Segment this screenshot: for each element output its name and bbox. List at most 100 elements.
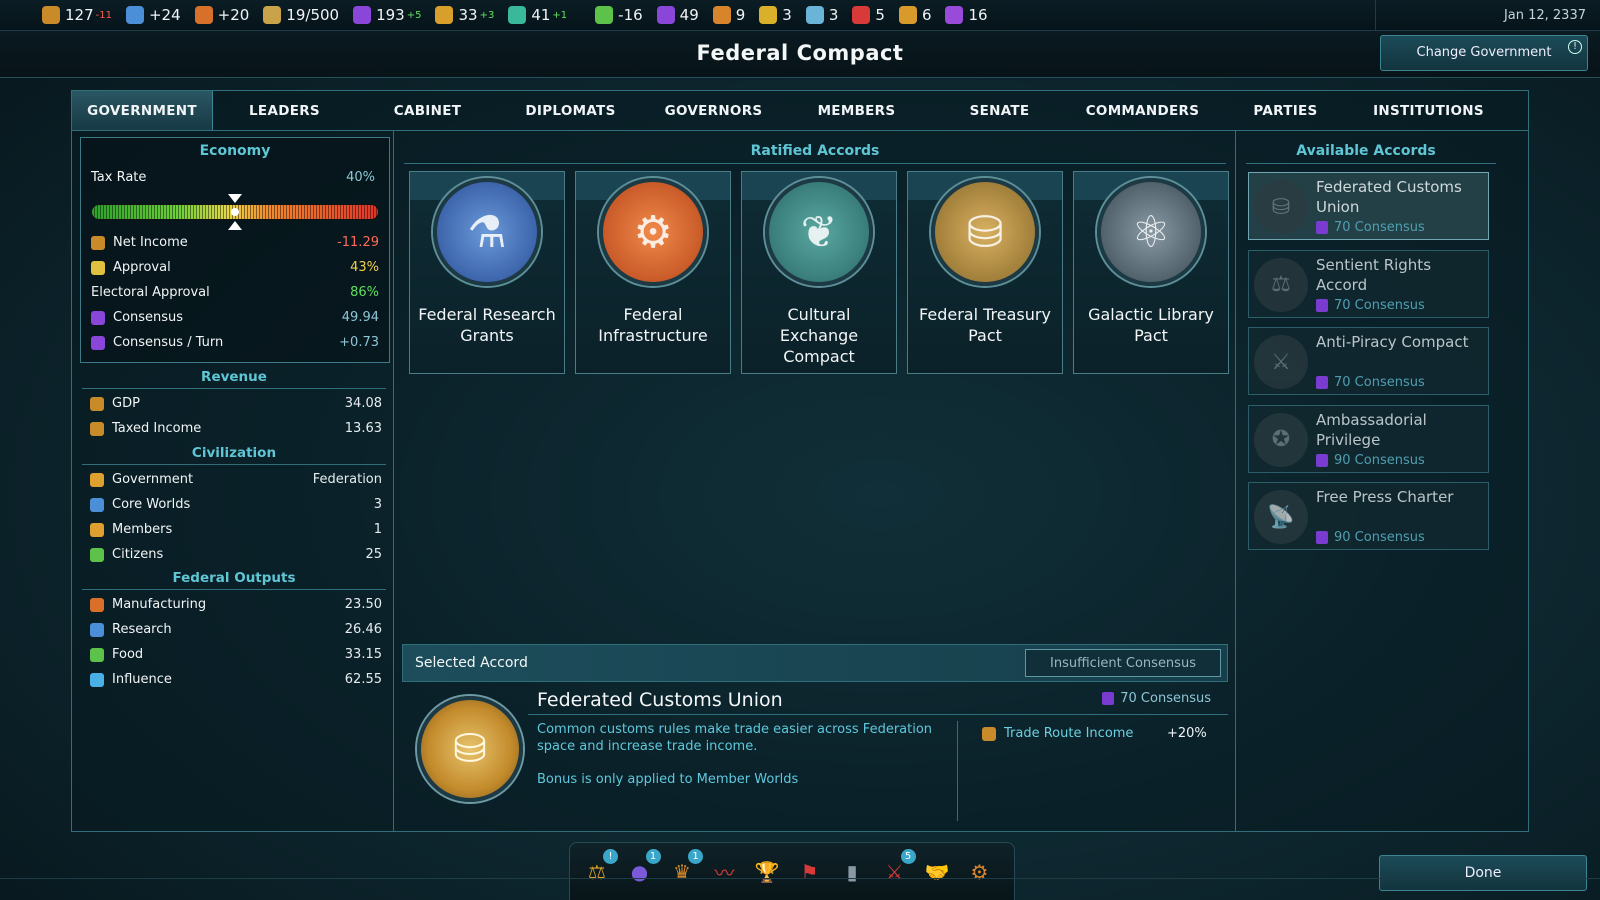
federal-outputs-rows: Manufacturing 23.50 Research 26.46 Food 33.15… bbox=[82, 592, 386, 692]
available-accord-name: Sentient Rights Accord bbox=[1316, 255, 1432, 294]
accord-name: Cultural Exchange Compact bbox=[779, 305, 859, 366]
federal-outputs-title: Federal Outputs bbox=[82, 570, 386, 590]
ratified-accord-card[interactable]: ⚗ Federal Research Grants bbox=[409, 171, 565, 374]
resource-item[interactable]: 9 bbox=[712, 6, 745, 24]
resource-value: 5 bbox=[875, 6, 885, 24]
food-apple-icon bbox=[595, 6, 614, 24]
stat-label-text: Government bbox=[112, 472, 194, 487]
tab-commanders[interactable]: COMMANDERS bbox=[1071, 91, 1214, 130]
resource-item[interactable]: 5 bbox=[852, 6, 885, 24]
change-government-button[interactable]: Change Government ! bbox=[1380, 35, 1588, 71]
tab-institutions[interactable]: INSTITUTIONS bbox=[1357, 91, 1500, 130]
notification-badge: 1 bbox=[645, 848, 661, 864]
notification-badge: ! bbox=[603, 848, 618, 864]
stat-row: Manufacturing 23.50 bbox=[82, 592, 386, 617]
alert-icon: ! bbox=[1568, 40, 1582, 54]
economy-chart-icon[interactable]: 〰 bbox=[708, 855, 742, 889]
government-gear-icon[interactable]: ⚙ bbox=[963, 855, 997, 889]
done-button[interactable]: Done bbox=[1379, 855, 1587, 891]
planet-icon[interactable]: ● 1 bbox=[623, 848, 661, 889]
available-accords-title: Available Accords bbox=[1296, 143, 1436, 159]
member-icon bbox=[90, 522, 104, 537]
revenue-section: Revenue GDP 34.08 Taxed Income 13.63 bbox=[82, 369, 386, 441]
trophy-icon[interactable]: 🏆 bbox=[750, 855, 784, 889]
divider bbox=[957, 721, 958, 821]
available-accord-cost-value: 70 Consensus bbox=[1334, 375, 1425, 390]
military-icon[interactable]: ⚔ 5 bbox=[878, 848, 916, 889]
title-band: Federal Compact bbox=[0, 31, 1600, 78]
stat-label-text: Consensus / Turn bbox=[113, 335, 224, 350]
insufficient-consensus-button[interactable]: Insufficient Consensus bbox=[1025, 649, 1221, 677]
resource-value: +20 bbox=[217, 6, 250, 24]
ratified-accord-card[interactable]: ⛁ Federal Treasury Pact bbox=[907, 171, 1063, 374]
resource-item[interactable]: 193 +5 bbox=[353, 6, 421, 24]
ratified-accord-card[interactable]: ⚛ Galactic Library Pact bbox=[1073, 171, 1229, 374]
selected-accord-label: Selected Accord bbox=[415, 655, 528, 671]
stat-label-text: Taxed Income bbox=[112, 421, 202, 436]
tab-leaders[interactable]: LEADERS bbox=[213, 91, 356, 130]
tab-parties[interactable]: PARTIES bbox=[1214, 91, 1357, 130]
flag-icon[interactable]: ⚑ bbox=[793, 855, 827, 889]
tab-diplomats[interactable]: DIPLOMATS bbox=[499, 91, 642, 130]
tab-governors[interactable]: GOVERNORS bbox=[642, 91, 785, 130]
stats-column: Economy Tax Rate 40% Net Income -11.29 App… bbox=[72, 131, 394, 831]
tab-cabinet[interactable]: CABINET bbox=[356, 91, 499, 130]
divider bbox=[1246, 163, 1496, 164]
resource-item[interactable]: 6 bbox=[898, 6, 931, 24]
resource-item[interactable]: 41 +1 bbox=[508, 6, 567, 24]
handle-bottom-arrow-icon bbox=[228, 221, 242, 230]
crown-icon[interactable]: ♛ 1 bbox=[665, 848, 703, 889]
resource-item[interactable]: 16 bbox=[945, 6, 988, 24]
resource-item[interactable]: 3 bbox=[805, 6, 838, 24]
diplomacy-handshake-icon[interactable]: 🤝 bbox=[920, 855, 954, 889]
consensus-icon bbox=[1316, 376, 1328, 389]
stat-label: Consensus bbox=[91, 310, 183, 325]
tab-senate[interactable]: SENATE bbox=[928, 91, 1071, 130]
consensus-icon bbox=[1316, 453, 1328, 467]
available-accord-item[interactable]: ⚖ Sentient Rights Accord 70 Consensus bbox=[1248, 249, 1489, 318]
ratified-accord-card[interactable]: ❦ Cultural Exchange Compact bbox=[741, 171, 897, 374]
resource-item[interactable]: 127 -11 bbox=[42, 6, 112, 24]
available-accord-name: Free Press Charter bbox=[1316, 488, 1454, 506]
accord-name: Galactic Library Pact bbox=[1088, 305, 1214, 345]
resource-delta: -11 bbox=[95, 9, 112, 21]
resource-item[interactable]: -16 bbox=[595, 6, 643, 24]
resource-item[interactable]: +24 bbox=[125, 6, 181, 24]
resource-value: 33 bbox=[458, 6, 478, 24]
stat-value: 25 bbox=[365, 547, 382, 562]
available-accord-name: Anti-Piracy Compact bbox=[1316, 333, 1469, 351]
available-accord-item[interactable]: ⛁ Federated Customs Union 70 Consensus bbox=[1248, 172, 1489, 240]
stat-row: Food 33.15 bbox=[82, 642, 386, 667]
stat-value: 26.46 bbox=[344, 622, 382, 637]
tab-government[interactable]: GOVERNMENT bbox=[72, 91, 213, 130]
resource-item[interactable]: 3 bbox=[759, 6, 792, 24]
bonus-label-text: Trade Route Income bbox=[1004, 726, 1134, 741]
stat-value: Federation bbox=[312, 472, 382, 487]
justice-scales-icon[interactable]: ⚖! bbox=[580, 848, 618, 889]
stat-value: 43% bbox=[350, 260, 379, 275]
stat-label: GDP bbox=[90, 396, 140, 411]
available-accord-item[interactable]: 📡 Free Press Charter 90 Consensus bbox=[1248, 482, 1489, 550]
handshake-wreath-icon: ❦ bbox=[765, 178, 873, 286]
ratified-accord-card[interactable]: ⚙ Federal Infrastructure bbox=[575, 171, 731, 374]
stat-row: Core Worlds 3 bbox=[82, 492, 386, 517]
revenue-title: Revenue bbox=[82, 369, 386, 389]
resource-item[interactable]: 19/500 bbox=[263, 6, 339, 24]
resource-value: -16 bbox=[618, 6, 643, 24]
available-accord-item[interactable]: ⚔ Anti-Piracy Compact 70 Consensus bbox=[1248, 327, 1489, 395]
monument-icon[interactable]: ▮ bbox=[835, 855, 869, 889]
available-accord-cost-value: 90 Consensus bbox=[1334, 452, 1425, 468]
change-government-label: Change Government bbox=[1416, 45, 1552, 60]
stat-value: 86% bbox=[350, 285, 379, 300]
resource-item[interactable]: 49 bbox=[656, 6, 699, 24]
stat-row: Research 26.46 bbox=[82, 617, 386, 642]
available-accord-item[interactable]: ✪ Ambassadorial Privilege 90 Consensus bbox=[1248, 404, 1489, 473]
resource-item[interactable]: +20 bbox=[194, 6, 250, 24]
resource-item[interactable]: 33 +3 bbox=[435, 6, 494, 24]
tab-members[interactable]: MEMBERS bbox=[785, 91, 928, 130]
notification-badge: 5 bbox=[900, 848, 916, 864]
stat-value: 62.55 bbox=[344, 672, 382, 687]
resource-value: +24 bbox=[148, 6, 181, 24]
food-apple-icon bbox=[90, 647, 104, 662]
selected-accord-name: Federated Customs Union bbox=[537, 689, 783, 711]
